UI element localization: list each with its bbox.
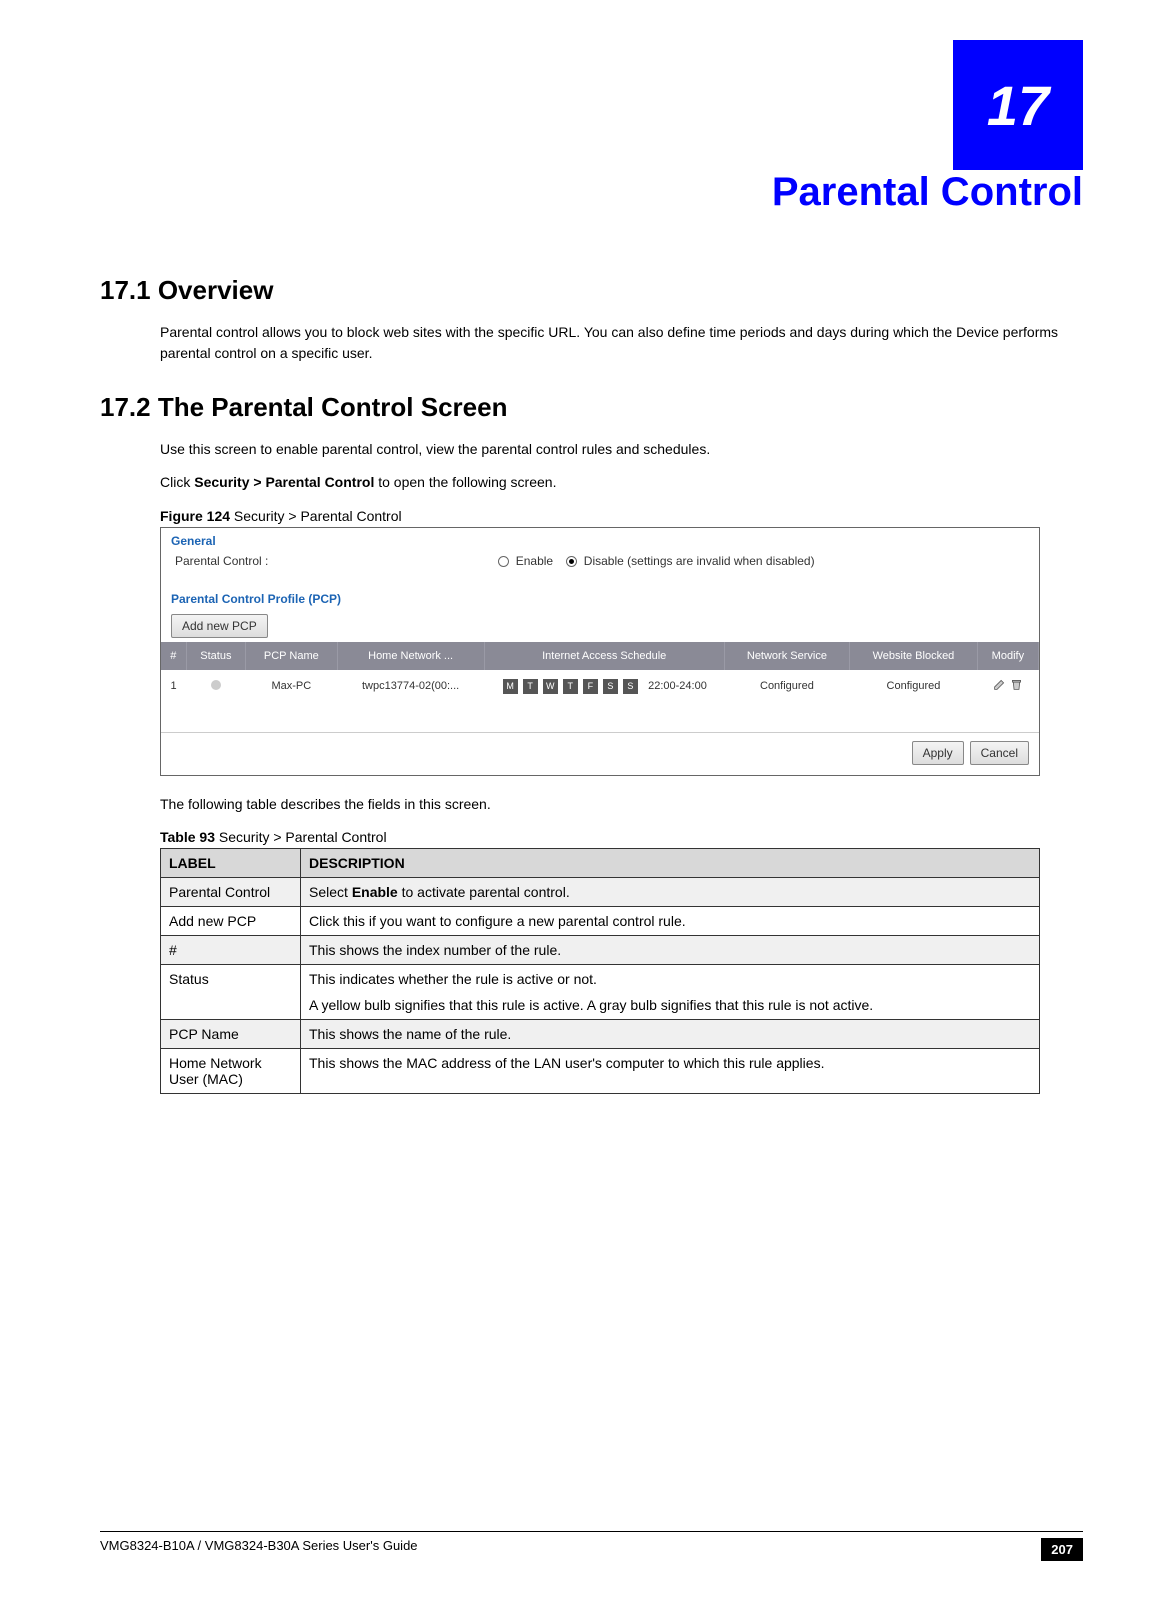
table-row: Home Network User (MAC) This shows the M… (161, 1049, 1040, 1094)
col-modify: Modify (977, 642, 1038, 670)
day-t2: T (563, 679, 578, 694)
col-net-service: Network Service (724, 642, 849, 670)
row-desc: This shows the name of the rule. (301, 1020, 1040, 1049)
row-desc: This indicates whether the rule is activ… (301, 965, 1040, 1020)
cell-pcp-name: Max-PC (246, 670, 337, 702)
chapter-number: 17 (987, 73, 1049, 138)
day-w: W (543, 679, 558, 694)
figure-number: Figure 124 (160, 508, 230, 524)
footer-guide: VMG8324-B10A / VMG8324-B30A Series User'… (100, 1538, 418, 1561)
row-label: Parental Control (161, 878, 301, 907)
bulb-icon (211, 680, 221, 690)
chapter-title: Parental Control (100, 170, 1083, 215)
col-schedule: Internet Access Schedule (484, 642, 724, 670)
section-17-2-heading: 17.2 The Parental Control Screen (100, 392, 1083, 423)
pcp-table: # Status PCP Name Home Network ... Inter… (161, 642, 1039, 702)
row-label: PCP Name (161, 1020, 301, 1049)
th-label: LABEL (161, 849, 301, 878)
day-t1: T (523, 679, 538, 694)
th-desc: DESCRIPTION (301, 849, 1040, 878)
cell-net-service: Configured (724, 670, 849, 702)
sc-pcp-heading: Parental Control Profile (PCP) (161, 586, 1039, 608)
section-17-1-heading: 17.1 Overview (100, 275, 1083, 306)
table-row: 1 Max-PC twpc13774-02(00:... M T W T F S… (161, 670, 1039, 702)
cell-schedule: M T W T F S S 22:00-24:00 (484, 670, 724, 702)
figure-screenshot: General Parental Control : Enable Disabl… (160, 527, 1040, 776)
apply-button[interactable]: Apply (912, 741, 964, 765)
sc-radio-group: Enable Disable (settings are invalid whe… (498, 554, 814, 568)
table-caption-text: Security > Parental Control (215, 829, 387, 845)
disable-radio[interactable] (566, 556, 577, 567)
table-number: Table 93 (160, 829, 215, 845)
day-s2: S (623, 679, 638, 694)
table-intro-text: The following table describes the fields… (160, 794, 1083, 815)
cell-home: twpc13774-02(00:... (337, 670, 484, 702)
col-pcp-name: PCP Name (246, 642, 337, 670)
cell-status (186, 670, 246, 702)
enable-radio[interactable] (498, 556, 509, 567)
table-row: # This shows the index number of the rul… (161, 936, 1040, 965)
row-desc: Click this if you want to configure a ne… (301, 907, 1040, 936)
sc-general-heading: General (161, 528, 1039, 550)
click-prefix: Click (160, 474, 194, 490)
table-row: Status This indicates whether the rule i… (161, 965, 1040, 1020)
table-caption: Table 93 Security > Parental Control (160, 829, 1083, 845)
table-row: Add new PCP Click this if you want to co… (161, 907, 1040, 936)
cell-web-blocked: Configured (850, 670, 978, 702)
cell-modify (977, 670, 1038, 702)
cancel-button[interactable]: Cancel (970, 741, 1029, 765)
cell-num: 1 (161, 670, 186, 702)
edit-icon[interactable] (993, 678, 1006, 691)
table-row: Parental Control Select Enable to activa… (161, 878, 1040, 907)
col-web-blocked: Website Blocked (850, 642, 978, 670)
row-label: Add new PCP (161, 907, 301, 936)
navigation-instruction: Click Security > Parental Control to ope… (160, 474, 1083, 490)
chapter-number-box: 17 (953, 40, 1083, 170)
day-m: M (503, 679, 518, 694)
section-17-1-text: Parental control allows you to block web… (160, 322, 1083, 364)
page-number: 207 (1041, 1538, 1083, 1561)
table-row: PCP Name This shows the name of the rule… (161, 1020, 1040, 1049)
day-s1: S (603, 679, 618, 694)
row-label: # (161, 936, 301, 965)
row-label: Status (161, 965, 301, 1020)
cell-time: 22:00-24:00 (648, 680, 707, 692)
row-desc: Select Enable to activate parental contr… (301, 878, 1040, 907)
disable-radio-label: Disable (settings are invalid when disab… (584, 554, 815, 568)
row-label: Home Network User (MAC) (161, 1049, 301, 1094)
col-num: # (161, 642, 186, 670)
description-table: LABEL DESCRIPTION Parental Control Selec… (160, 848, 1040, 1094)
sc-parental-control-label: Parental Control : (175, 554, 268, 568)
enable-radio-label: Enable (516, 554, 553, 568)
click-suffix: to open the following screen. (374, 474, 556, 490)
delete-icon[interactable] (1010, 678, 1023, 691)
day-f: F (583, 679, 598, 694)
figure-caption: Security > Parental Control (230, 508, 402, 524)
click-path: Security > Parental Control (194, 474, 374, 490)
row-desc: This shows the MAC address of the LAN us… (301, 1049, 1040, 1094)
row-desc: This shows the index number of the rule. (301, 936, 1040, 965)
col-status: Status (186, 642, 246, 670)
figure-label: Figure 124 Security > Parental Control (160, 508, 1083, 524)
col-home: Home Network ... (337, 642, 484, 670)
section-17-2-text: Use this screen to enable parental contr… (160, 439, 1083, 460)
add-new-pcp-button[interactable]: Add new PCP (171, 614, 268, 638)
